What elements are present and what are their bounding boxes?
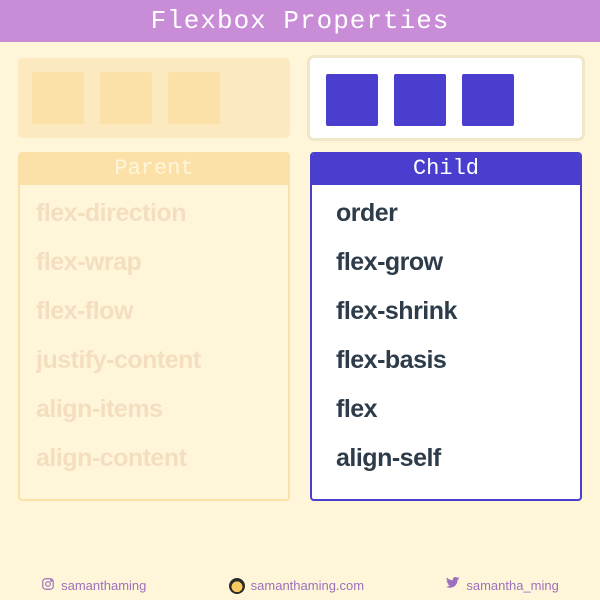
child-item-square xyxy=(462,74,514,126)
twitter-credit: samantha_ming xyxy=(446,577,559,594)
child-heading: Child xyxy=(312,154,580,185)
twitter-icon xyxy=(446,577,460,594)
instagram-icon xyxy=(41,577,55,594)
parent-property: flex-wrap xyxy=(36,248,272,277)
parent-property: flex-flow xyxy=(36,297,272,326)
parent-property: align-content xyxy=(36,444,272,473)
parent-item-square xyxy=(168,72,220,124)
parent-panel: Parent flex-direction flex-wrap flex-flo… xyxy=(18,152,290,501)
child-property: flex-shrink xyxy=(336,297,564,326)
child-property: flex xyxy=(336,395,564,424)
parent-item-square xyxy=(100,72,152,124)
footer: samanthaming samanthaming.com samantha_m… xyxy=(0,577,600,594)
parent-property: justify-content xyxy=(36,346,272,375)
child-property: flex-basis xyxy=(336,346,564,375)
child-column: Child order flex-grow flex-shrink flex-b… xyxy=(310,58,582,501)
parent-property-list: flex-direction flex-wrap flex-flow justi… xyxy=(20,185,288,499)
website-credit: samanthaming.com xyxy=(229,577,364,594)
instagram-handle: samanthaming xyxy=(61,578,146,593)
parent-heading: Parent xyxy=(20,154,288,185)
child-illustration xyxy=(310,58,582,138)
website-url: samanthaming.com xyxy=(251,578,364,593)
child-property: flex-grow xyxy=(336,248,564,277)
twitter-handle: samantha_ming xyxy=(466,578,559,593)
child-property-list: order flex-grow flex-shrink flex-basis f… xyxy=(312,185,580,499)
parent-column: Parent flex-direction flex-wrap flex-flo… xyxy=(18,58,290,501)
main-content: Parent flex-direction flex-wrap flex-flo… xyxy=(0,42,600,501)
child-property: order xyxy=(336,199,564,228)
parent-property: align-items xyxy=(36,395,272,424)
parent-property: flex-direction xyxy=(36,199,272,228)
child-panel: Child order flex-grow flex-shrink flex-b… xyxy=(310,152,582,501)
instagram-credit: samanthaming xyxy=(41,577,146,594)
child-item-square xyxy=(394,74,446,126)
parent-illustration xyxy=(18,58,290,138)
page-title: Flexbox Properties xyxy=(0,0,600,42)
child-property: align-self xyxy=(336,444,564,473)
parent-item-square xyxy=(32,72,84,124)
child-item-square xyxy=(326,74,378,126)
avatar-icon xyxy=(229,578,245,594)
